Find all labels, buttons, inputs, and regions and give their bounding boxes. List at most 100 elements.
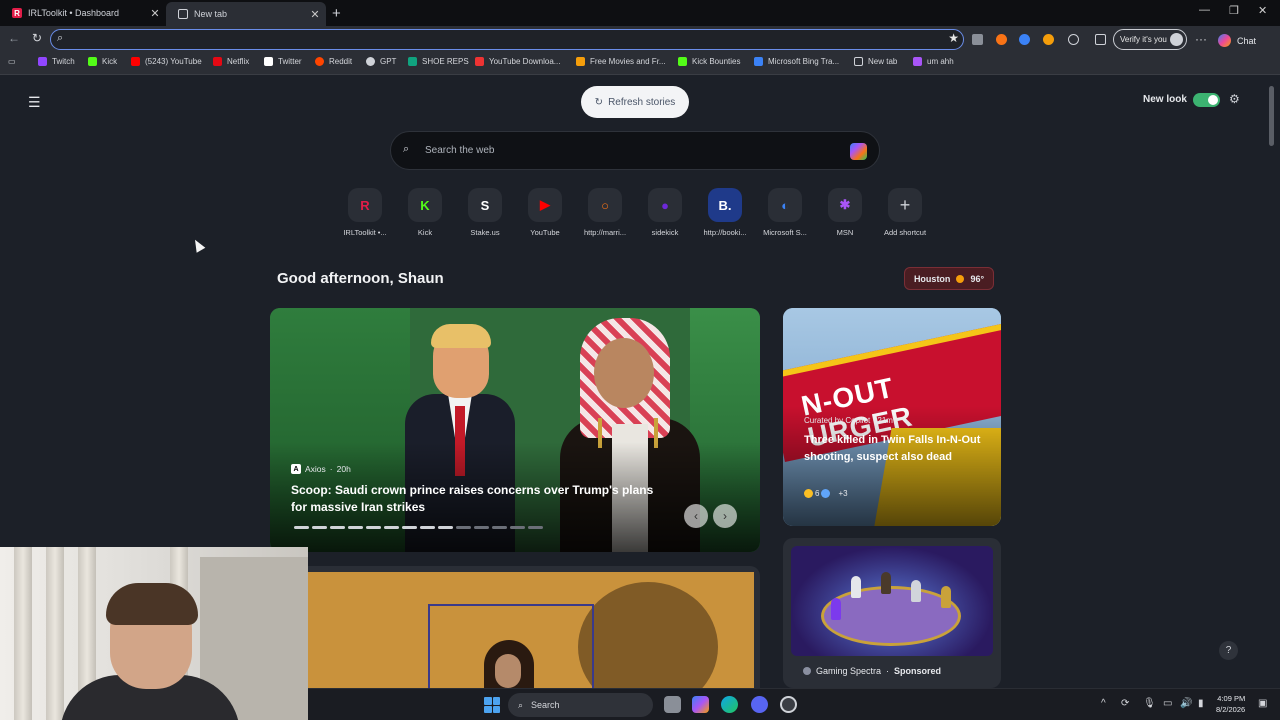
tray-chevron-icon[interactable]: ^ <box>1101 698 1106 709</box>
sponsored-card[interactable]: Gaming Spectra · Sponsored <box>783 538 1001 688</box>
web-search-box[interactable]: ⌕ Search the web <box>390 131 880 170</box>
bookmark-reddit[interactable]: Reddit <box>315 57 352 66</box>
copilot-app-icon[interactable] <box>692 696 709 713</box>
bookmarks-sidebar-icon[interactable]: ▭ <box>8 57 16 66</box>
volume-icon[interactable]: 🔊 <box>1180 698 1192 709</box>
reload-icon[interactable]: ↻ <box>32 31 42 45</box>
bookmark-youtube-downloader[interactable]: YouTube Downloa... <box>475 57 560 66</box>
close-window-icon[interactable]: ✕ <box>1258 4 1267 17</box>
bookmark-shoe-reps[interactable]: SHOE REPS <box>408 57 469 66</box>
shortcut-kick[interactable]: K Kick <box>395 188 455 237</box>
extension-fox-icon[interactable] <box>996 34 1007 45</box>
carousel-dot[interactable] <box>330 526 345 529</box>
shortcut-sidekick[interactable]: ● sidekick <box>635 188 695 237</box>
edge-icon[interactable] <box>721 696 738 713</box>
bookmark-twitter[interactable]: Twitter <box>264 57 302 66</box>
extension-shield-icon[interactable] <box>972 34 983 45</box>
taskbar-search[interactable]: ⌕ Search <box>508 693 653 717</box>
steam-icon[interactable] <box>780 696 797 713</box>
extension-blue-icon[interactable] <box>1019 34 1030 45</box>
restore-icon[interactable]: ❐ <box>1229 4 1239 17</box>
help-icon[interactable]: ? <box>1219 641 1238 660</box>
copilot-chat-button[interactable]: Chat <box>1218 34 1256 47</box>
ad-source: Gaming Spectra · Sponsored <box>803 666 941 676</box>
copilot-icon[interactable] <box>850 143 867 160</box>
shortcut-stake[interactable]: S Stake.us <box>455 188 515 237</box>
taskbar-search-label: Search <box>531 700 560 710</box>
carousel-prev-button[interactable]: ‹ <box>684 504 708 528</box>
carousel-dot[interactable] <box>510 526 525 529</box>
new-tab-button[interactable]: + <box>332 5 341 22</box>
shortcut-youtube[interactable]: ▶ YouTube <box>515 188 575 237</box>
menu-icon[interactable]: ☰ <box>28 94 41 111</box>
windows-start-icon[interactable] <box>484 697 500 713</box>
bookmark-um-ahh[interactable]: um ahh <box>913 57 954 66</box>
tab-new-tab[interactable]: New tab ✕ <box>166 2 326 26</box>
bookmark-gpt[interactable]: GPT <box>366 57 396 66</box>
tray-sync-icon[interactable]: ⟳ <box>1121 698 1129 709</box>
scrollbar-thumb[interactable] <box>1269 86 1274 146</box>
weather-badge[interactable]: Houston 96° <box>904 267 994 290</box>
story-reactions[interactable]: 6 +3 <box>804 489 848 498</box>
carousel-dot[interactable] <box>294 526 309 529</box>
minimize-icon[interactable]: — <box>1199 4 1210 16</box>
carousel-dot[interactable] <box>348 526 363 529</box>
stake-icon: S <box>468 188 502 222</box>
bookmark-free-movies[interactable]: Free Movies and Fr... <box>576 57 666 66</box>
story-card[interactable] <box>270 566 760 688</box>
address-bar[interactable]: ⌕ ★ <box>50 29 964 50</box>
network-icon[interactable]: ▭ <box>1163 698 1172 709</box>
story-headline[interactable]: Three killed in Twin Falls In-N-Out shoo… <box>804 432 984 466</box>
carousel-dot[interactable] <box>312 526 327 529</box>
bookmark-new-tab[interactable]: New tab <box>854 57 897 66</box>
bookmark-netflix[interactable]: Netflix <box>213 57 249 66</box>
extensions-icon[interactable] <box>1068 34 1079 45</box>
new-look-toggle[interactable] <box>1193 93 1220 107</box>
main-story-card[interactable]: A Axios · 20h Scoop: Saudi crown prince … <box>270 308 760 552</box>
shortcut-msn[interactable]: ✱ MSN <box>815 188 875 237</box>
carousel-dot[interactable] <box>384 526 399 529</box>
system-clock[interactable]: 4:09 PM 8/2/2026 <box>1216 693 1245 715</box>
clock-time: 4:09 PM <box>1217 694 1246 703</box>
carousel-next-button[interactable]: › <box>713 504 737 528</box>
bookmark-youtube[interactable]: (5243) YouTube <box>131 57 202 66</box>
discord-icon[interactable] <box>751 696 768 713</box>
notifications-icon[interactable]: ▣ <box>1258 698 1267 709</box>
favorite-star-icon[interactable]: ★ <box>948 31 959 45</box>
shortcut-microsoft-start[interactable]: ◐ Microsoft S... <box>755 188 815 237</box>
favorites-icon[interactable] <box>1095 34 1106 45</box>
carousel-dot[interactable] <box>492 526 507 529</box>
shortcut-label: YouTube <box>530 228 560 237</box>
bookmark-label: Kick Bounties <box>692 57 741 66</box>
shortcut-add[interactable]: + Add shortcut <box>875 188 935 237</box>
task-view-icon[interactable] <box>664 696 681 713</box>
story-headline[interactable]: Scoop: Saudi crown prince raises concern… <box>291 482 671 516</box>
refresh-stories-button[interactable]: ↻ Refresh stories <box>581 86 689 118</box>
carousel-dot[interactable] <box>402 526 417 529</box>
bookmark-bing-translator[interactable]: Microsoft Bing Tra... <box>754 57 839 66</box>
bookmark-kick-bounties[interactable]: Kick Bounties <box>678 57 740 66</box>
extension-download-icon[interactable] <box>1043 34 1054 45</box>
carousel-dot[interactable] <box>474 526 489 529</box>
microphone-icon[interactable]: 🎙 <box>1143 698 1156 709</box>
verify-profile-button[interactable]: Verify it's you <box>1113 29 1187 50</box>
bookmark-kick[interactable]: Kick <box>88 57 117 66</box>
side-story-card[interactable]: N-OUT URGER Curated by Copilot · 21m Thr… <box>783 308 1001 526</box>
shortcut-booking[interactable]: B. http://booki... <box>695 188 755 237</box>
carousel-dot[interactable] <box>366 526 381 529</box>
battery-icon[interactable]: ▮ <box>1198 698 1204 709</box>
back-icon[interactable]: ← <box>8 31 20 45</box>
page-scrollbar[interactable] <box>1268 76 1276 688</box>
more-menu-icon[interactable]: ··· <box>1195 32 1207 46</box>
carousel-dot[interactable] <box>456 526 471 529</box>
close-tab-icon[interactable]: ✕ <box>308 8 322 21</box>
carousel-dot[interactable] <box>420 526 435 529</box>
carousel-dot[interactable] <box>528 526 543 529</box>
settings-gear-icon[interactable]: ⚙ <box>1229 92 1240 106</box>
carousel-dot[interactable] <box>438 526 453 529</box>
shortcut-marriott[interactable]: ○ http://marri... <box>575 188 635 237</box>
close-tab-icon[interactable]: ✕ <box>148 7 162 20</box>
bookmark-twitch[interactable]: Twitch <box>38 57 75 66</box>
shortcut-irltoolkit[interactable]: R IRLToolkit •... <box>335 188 395 237</box>
tab-irltoolkit[interactable]: R IRLToolkit • Dashboard ✕ <box>0 0 166 26</box>
